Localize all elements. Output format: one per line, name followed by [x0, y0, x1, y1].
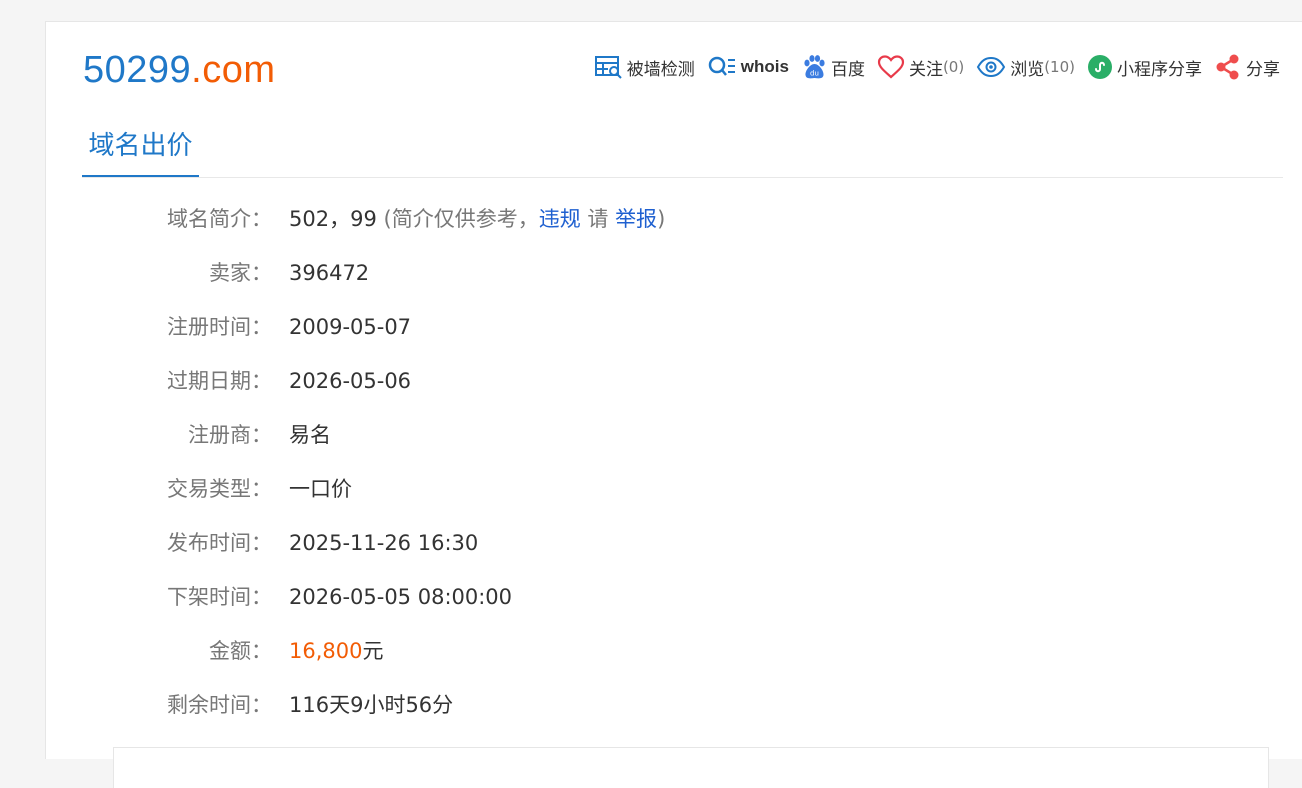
share-icon — [1216, 54, 1239, 80]
info-row-registrar: 注册商： 易名 — [46, 408, 1302, 462]
views-button[interactable]: 浏览 (10) — [976, 55, 1075, 80]
svg-text:du: du — [810, 70, 819, 78]
registrar-label: 注册商： — [188, 423, 272, 447]
info-row-expire-date: 过期日期： 2026-05-06 — [46, 354, 1302, 408]
info-row-remaining: 剩余时间： 116天9小时56分 — [46, 678, 1302, 732]
domain-title: 50299.com — [83, 48, 276, 92]
price-value-wrap: 16,800元 — [289, 624, 383, 678]
miniprogram-share-button[interactable]: 小程序分享 — [1087, 54, 1202, 80]
trade-type-value: 一口价 — [289, 477, 352, 501]
report-link[interactable]: 举报 — [615, 207, 657, 231]
whois-label: whois — [740, 57, 789, 76]
views-count: (10) — [1044, 58, 1075, 76]
share-label: 分享 — [1246, 59, 1280, 80]
registrar-value: 易名 — [289, 423, 331, 447]
reg-date-value: 2009-05-07 — [289, 315, 412, 339]
wall-check-label: 被墙检测 — [626, 59, 695, 80]
domain-info-list: 域名简介： 502，99 (简介仅供参考，违规 请 举报) 卖家： 396472… — [46, 192, 1302, 732]
wall-check-button[interactable]: 被墙检测 — [594, 55, 695, 80]
price-label: 金额： — [209, 639, 272, 663]
miniprogram-share-label: 小程序分享 — [1117, 59, 1202, 80]
follow-label: 关注 — [908, 59, 943, 80]
expire-date-value: 2026-05-06 — [289, 369, 412, 393]
domain-detail-card: 50299.com 被墙检测 whois du 百度 关注 (0) 浏览 (10… — [45, 21, 1302, 788]
trade-type-label: 交易类型： — [167, 477, 272, 501]
intro-please: 请 — [580, 207, 616, 231]
offshelf-time-label: 下架时间： — [167, 585, 272, 609]
views-label: 浏览 — [1010, 59, 1045, 80]
intro-note-close: ) — [657, 207, 666, 231]
info-row-publish-time: 发布时间： 2025-11-26 16:30 — [46, 516, 1302, 570]
price-amount: 16,800 — [289, 639, 363, 663]
info-row-price: 金额： 16,800元 — [46, 624, 1302, 678]
info-row-offshelf-time: 下架时间： 2026-05-05 08:00:00 — [46, 570, 1302, 624]
tab-domain-bid[interactable]: 域名出价 — [82, 126, 199, 177]
info-row-seller: 卖家： 396472 — [46, 246, 1302, 300]
info-row-intro: 域名简介： 502，99 (简介仅供参考，违规 请 举报) — [46, 192, 1302, 246]
intro-label: 域名简介： — [167, 207, 272, 231]
follow-button[interactable]: 关注 (0) — [877, 55, 964, 80]
price-unit: 元 — [362, 639, 384, 663]
reg-date-label: 注册时间： — [167, 315, 272, 339]
remaining-label: 剩余时间： — [167, 693, 272, 717]
toolbar: 被墙检测 whois du 百度 关注 (0) 浏览 (10) 小程序分享 分享 — [583, 53, 1280, 81]
baidu-paw-icon: du — [804, 55, 825, 79]
bid-panel — [113, 747, 1269, 788]
info-row-reg-date: 注册时间： 2009-05-07 — [46, 300, 1302, 354]
baidu-label: 百度 — [830, 59, 865, 80]
whois-icon — [708, 56, 735, 76]
intro-value: 502，99 — [289, 207, 377, 231]
eye-icon — [977, 56, 1006, 78]
violation-link[interactable]: 违规 — [539, 207, 581, 231]
offshelf-time-value: 2026-05-05 08:00:00 — [289, 585, 513, 609]
seller-label: 卖家： — [209, 261, 272, 285]
tab-bar: 域名出价 — [82, 126, 1283, 178]
domain-name: 50299 — [83, 49, 192, 91]
remaining-value: 116天9小时56分 — [289, 693, 454, 717]
whois-button[interactable]: whois — [707, 55, 789, 79]
baidu-button[interactable]: du 百度 — [801, 54, 865, 80]
seller-value: 396472 — [289, 261, 370, 285]
publish-time-value: 2025-11-26 16:30 — [289, 531, 479, 555]
expire-date-label: 过期日期： — [167, 369, 272, 393]
follow-count: (0) — [942, 58, 965, 76]
miniprogram-icon — [1088, 55, 1112, 79]
publish-time-label: 发布时间： — [167, 531, 272, 555]
intro-note-open: (简介仅供参考， — [383, 207, 539, 231]
domain-tld: .com — [191, 49, 276, 91]
heart-icon — [877, 55, 905, 79]
share-button[interactable]: 分享 — [1214, 53, 1280, 81]
info-row-trade-type: 交易类型： 一口价 — [46, 462, 1302, 516]
intro-value-wrap: 502，99 (简介仅供参考，违规 请 举报) — [289, 192, 665, 246]
wall-check-icon — [594, 56, 622, 79]
